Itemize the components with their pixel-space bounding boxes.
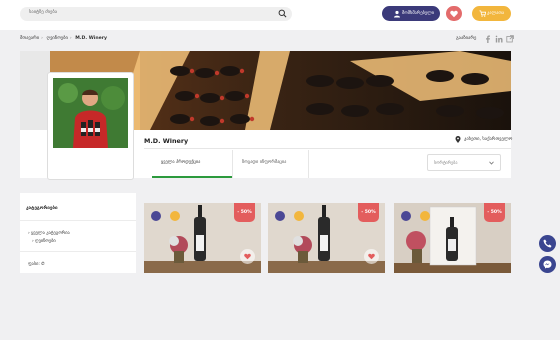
profile-button-label: მომხმარებელი	[402, 11, 435, 16]
store-avatar	[47, 72, 134, 180]
sidebar-item-wines[interactable]: › ღვინოები	[32, 239, 56, 244]
top-header: საიტზე ძიება მომხმარებელი კალათა	[0, 0, 560, 30]
messenger-button[interactable]	[539, 256, 556, 273]
compare-icon[interactable]	[294, 211, 304, 221]
divider	[20, 220, 136, 221]
add-to-favorites-button[interactable]	[364, 249, 379, 264]
product-card[interactable]: - 50%	[268, 203, 385, 273]
chevron-right-icon: ›	[41, 36, 43, 41]
heart-icon	[368, 253, 375, 260]
location-label: კახეთი, საქართველო	[464, 137, 513, 142]
linkedin-icon[interactable]	[495, 35, 503, 43]
sidebar-item-label: ყველა კატეგორია	[31, 231, 70, 236]
sort-dropdown-value: სორტირება	[434, 160, 458, 165]
search-input[interactable]: საიტზე ძიება	[29, 10, 57, 15]
add-to-favorites-button[interactable]	[240, 249, 255, 264]
compare-icon[interactable]	[420, 211, 430, 221]
discount-badge: - 50%	[484, 203, 505, 222]
cart-icon	[479, 10, 486, 17]
compare-icon[interactable]	[170, 211, 180, 221]
cart-button-label: კალათა	[487, 11, 505, 16]
sidebar-title: კატეგორიები	[26, 206, 58, 211]
product-card[interactable]: - 50%	[394, 203, 511, 273]
breadcrumb: მთავარი › ღვინოები › M.D. Winery	[20, 36, 109, 41]
chevron-right-icon: ›	[69, 36, 72, 41]
messenger-icon	[543, 260, 552, 269]
share-label: გააზიარე	[456, 36, 477, 41]
search-bar[interactable]: საიტზე ძიება	[20, 7, 292, 21]
breadcrumb-home[interactable]: მთავარი	[20, 36, 39, 41]
divider	[20, 251, 136, 252]
chevron-down-icon	[489, 161, 494, 165]
tab-general-info[interactable]: ზოგადი ინფორმაცია	[242, 160, 286, 165]
facebook-icon[interactable]	[484, 35, 492, 43]
external-link-icon[interactable]	[506, 35, 514, 43]
product-card[interactable]: - 50%	[144, 203, 261, 273]
profile-button[interactable]: მომხმარებელი	[382, 6, 440, 21]
store-name: M.D. Winery	[144, 137, 189, 145]
quick-view-icon[interactable]	[401, 211, 411, 221]
price-filter-label[interactable]: ფასი: ₾	[28, 261, 45, 267]
divider	[308, 150, 309, 178]
quick-view-icon[interactable]	[275, 211, 285, 221]
category-sidebar: კატეგორიები › ყველა კატეგორია › ღვინოები…	[20, 193, 136, 273]
active-tab-indicator	[152, 176, 232, 178]
search-icon[interactable]	[278, 9, 287, 18]
divider	[232, 150, 233, 178]
breadcrumb-current: M.D. Winery	[75, 36, 107, 41]
cart-button[interactable]: კალათა	[472, 6, 511, 21]
call-button[interactable]	[539, 235, 556, 252]
divider	[144, 148, 511, 149]
sidebar-item-all-categories[interactable]: › ყველა კატეგორია	[28, 231, 70, 236]
sidebar-item-label: ღვინოები	[35, 239, 56, 244]
tab-all-products[interactable]: ყველა პროდუქცია	[161, 160, 200, 165]
sort-dropdown[interactable]: სორტირება	[427, 154, 501, 171]
heart-icon	[244, 253, 251, 260]
quick-view-icon[interactable]	[151, 211, 161, 221]
discount-badge: - 50%	[358, 203, 379, 222]
user-icon	[394, 10, 400, 17]
breadcrumb-wines[interactable]: ღვინოები	[46, 36, 67, 41]
favorites-button[interactable]	[446, 6, 462, 21]
location-pin-icon	[455, 136, 461, 143]
phone-icon	[543, 239, 552, 248]
owner-photo	[53, 78, 128, 148]
heart-icon	[450, 10, 458, 17]
discount-badge: - 50%	[234, 203, 255, 222]
